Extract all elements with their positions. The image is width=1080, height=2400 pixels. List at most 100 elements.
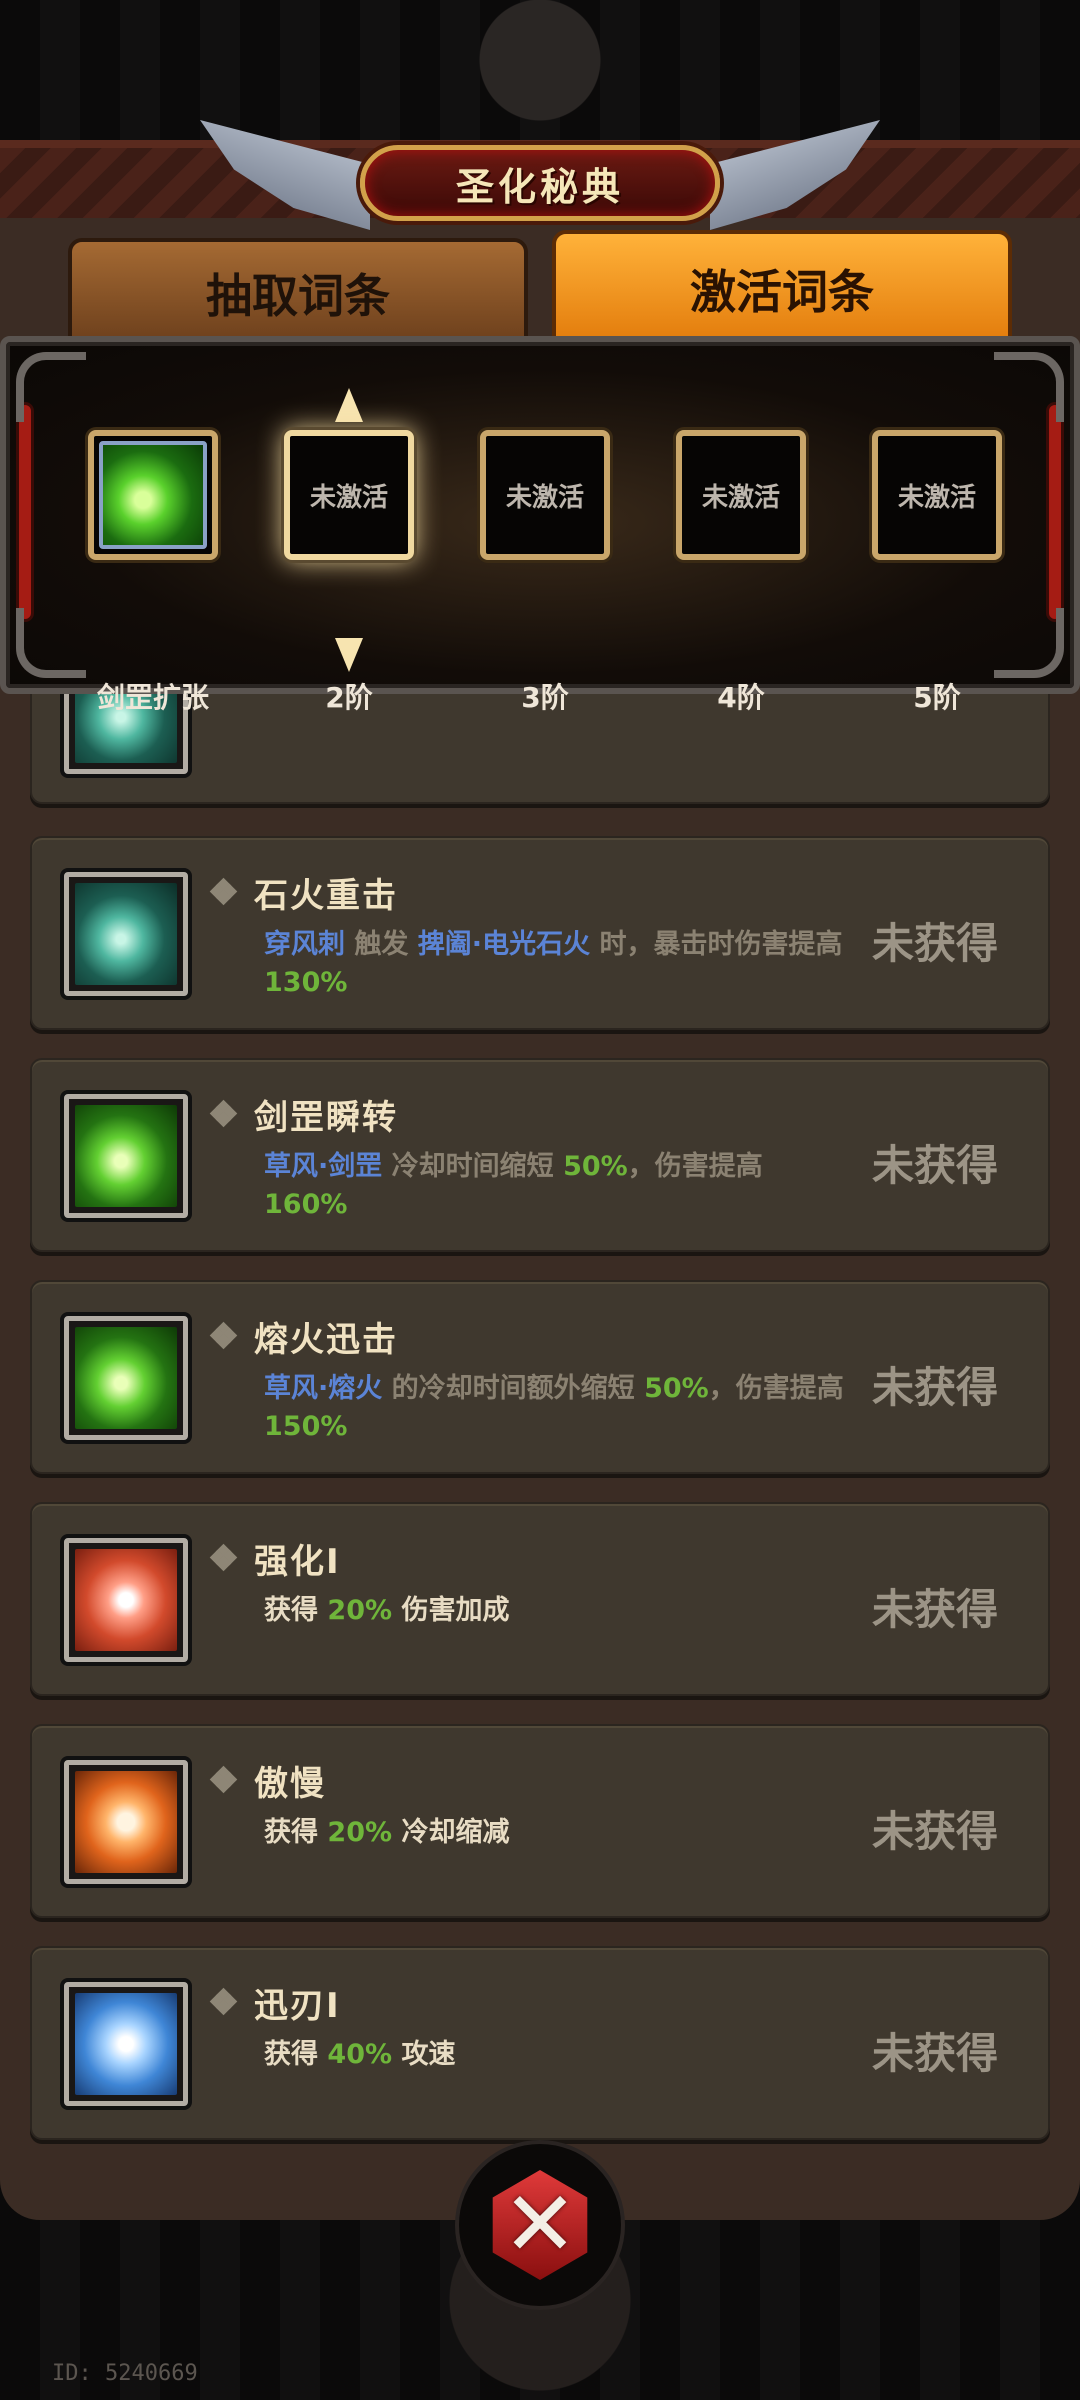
selection-spike-icon — [335, 638, 363, 672]
description-text: 获得 — [264, 1595, 328, 1626]
tier-panel: 剑罡扩张 未激活 2阶 未激活 3阶 未激活 4阶 未激活 5阶 — [0, 336, 1080, 714]
entry-description: 获得 20% 冷却缩减 — [264, 1814, 844, 1852]
tier-slot-2[interactable]: 未激活 2阶 — [284, 388, 414, 714]
entry-title: 熔火迅击 — [254, 1320, 398, 1360]
tier-box[interactable]: 未激活 — [676, 430, 806, 560]
tier-label: 3阶 — [521, 681, 569, 714]
description-text: ，伤害提高 — [708, 1373, 844, 1404]
corner-ornament — [994, 608, 1064, 678]
entry-card[interactable]: 剑罡瞬转草风·剑罡 冷却时间缩短 50%，伤害提高 160% 未获得 — [30, 1058, 1050, 1252]
entry-description: 穿风刺 触发 捭阖·电光石火 时，暴击时伤害提高 130% — [264, 926, 844, 1002]
diamond-bullet-icon — [209, 1321, 238, 1350]
skill-name: 草风·剑罡 — [264, 1151, 383, 1182]
diamond-bullet-icon — [209, 877, 238, 906]
entry-description: 获得 20% 伤害加成 — [264, 1592, 844, 1630]
close-hex-badge: ✕ — [492, 2170, 588, 2280]
description-text: 冷却缩减 — [392, 1817, 510, 1848]
icon-art — [75, 1771, 177, 1873]
description-text: 冷却时间缩短 — [382, 1151, 564, 1182]
tier-status: 未激活 — [309, 482, 388, 513]
blue-arrows-icon — [64, 1982, 188, 2106]
bonus-value: 150% — [264, 1411, 348, 1442]
description-text: 获得 — [264, 2039, 328, 2070]
entry-description: 草风·熔火 的冷却时间额外缩短 50%，伤害提高 150% — [264, 1370, 844, 1446]
orange-star-badge-icon — [64, 1760, 188, 1884]
diamond-bullet-icon — [209, 1987, 238, 2016]
description-text: 攻速 — [392, 2039, 456, 2070]
icon-art — [75, 1993, 177, 2095]
entry-description: 获得 40% 攻速 — [264, 2036, 844, 2074]
description-text: 触发 — [345, 929, 418, 960]
bonus-value: 40% — [327, 2039, 393, 2070]
panel-left-bar — [16, 402, 34, 622]
description-text: 获得 — [264, 1817, 328, 1848]
entry-title: 傲慢 — [254, 1764, 326, 1804]
icon-art — [75, 883, 177, 985]
tier-slot-5[interactable]: 未激活 5阶 — [872, 430, 1002, 714]
entry-status: 未获得 — [871, 2029, 998, 2078]
skill-name: 草风·熔火 — [264, 1373, 383, 1404]
entry-card[interactable]: 熔火迅击草风·熔火 的冷却时间额外缩短 50%，伤害提高 150% 未获得 — [30, 1280, 1050, 1474]
tier-slot-1[interactable]: 剑罡扩张 — [88, 430, 218, 714]
close-x-icon: ✕ — [502, 2172, 578, 2277]
page-title: 圣化秘典 — [455, 164, 624, 209]
entry-status: 未获得 — [871, 1141, 998, 1190]
corner-ornament — [16, 352, 86, 422]
tier-status: 未激活 — [701, 482, 780, 513]
tier-label: 2阶 — [325, 681, 373, 714]
icon-art — [75, 1105, 177, 1207]
entry-title: 剑罡瞬转 — [254, 1098, 398, 1138]
green-slash-icon — [64, 1316, 188, 1440]
bonus-value: 130% — [264, 967, 348, 998]
entry-status: 未获得 — [871, 919, 998, 968]
tier-box[interactable] — [88, 430, 218, 560]
corner-ornament — [994, 352, 1064, 422]
title-banner: 圣化秘典 — [360, 145, 720, 221]
entry-card[interactable]: 傲慢 获得 20% 冷却缩减 未获得 — [30, 1724, 1050, 1918]
bonus-value: 50% — [563, 1151, 628, 1182]
tier-box[interactable]: 未激活 — [480, 430, 610, 560]
tab-draw-entries[interactable]: 抽取词条 — [68, 238, 528, 348]
skill-name: 穿风刺 — [264, 929, 345, 960]
icon-art — [75, 1327, 177, 1429]
diamond-bullet-icon — [209, 1099, 238, 1128]
tab-activate-entries[interactable]: 激活词条 — [552, 230, 1012, 348]
tier-status: 未激活 — [505, 482, 584, 513]
green-slash-icon — [64, 1094, 188, 1218]
tier-slot-4[interactable]: 未激活 4阶 — [676, 430, 806, 714]
bonus-value: 50% — [644, 1373, 709, 1404]
entry-description: 草风·剑罡 冷却时间缩短 50%，伤害提高 160% — [264, 1148, 844, 1224]
entry-status: 未获得 — [871, 1585, 998, 1634]
tier-box[interactable]: 未激活 — [872, 430, 1002, 560]
diamond-bullet-icon — [209, 1765, 238, 1794]
sword-aura-skill-icon — [99, 441, 207, 549]
teal-slash-icon — [64, 872, 188, 996]
skill-name: 捭阖·电光石火 — [417, 929, 591, 960]
entry-title: 石火重击 — [254, 876, 398, 916]
entry-card[interactable]: 迅刃I 获得 40% 攻速 未获得 — [30, 1946, 1050, 2140]
bonus-value: 160% — [264, 1189, 348, 1220]
selection-spike-icon — [335, 388, 363, 422]
description-text: 伤害加成 — [392, 1595, 510, 1626]
entry-card[interactable]: 强化I 获得 20% 伤害加成 未获得 — [30, 1502, 1050, 1696]
bonus-value: 20% — [327, 1817, 393, 1848]
tier-label: 剑罡扩张 — [96, 681, 209, 714]
red-claw-icon — [64, 1538, 188, 1662]
icon-art — [75, 1549, 177, 1651]
entry-card[interactable]: 石火重击穿风刺 触发 捭阖·电光石火 时，暴击时伤害提高 130% 未获得 — [30, 836, 1050, 1030]
entry-title: 强化I — [254, 1542, 341, 1582]
entry-status: 未获得 — [871, 1363, 998, 1412]
entry-title: 迅刃I — [254, 1986, 341, 2026]
tier-box[interactable]: 未激活 — [284, 430, 414, 560]
tier-label: 4阶 — [717, 681, 765, 714]
close-button[interactable]: ✕ — [455, 2140, 625, 2310]
tier-label: 5阶 — [913, 681, 961, 714]
diamond-bullet-icon — [209, 1543, 238, 1572]
tier-slot-3[interactable]: 未激活 3阶 — [480, 430, 610, 714]
panel-right-bar — [1046, 402, 1064, 622]
description-text: ，伤害提高 — [627, 1151, 763, 1182]
bonus-value: 20% — [327, 1595, 393, 1626]
description-text: 时，暴击时伤害提高 — [590, 929, 843, 960]
corner-ornament — [16, 608, 86, 678]
description-text: 的冷却时间额外缩短 — [382, 1373, 645, 1404]
